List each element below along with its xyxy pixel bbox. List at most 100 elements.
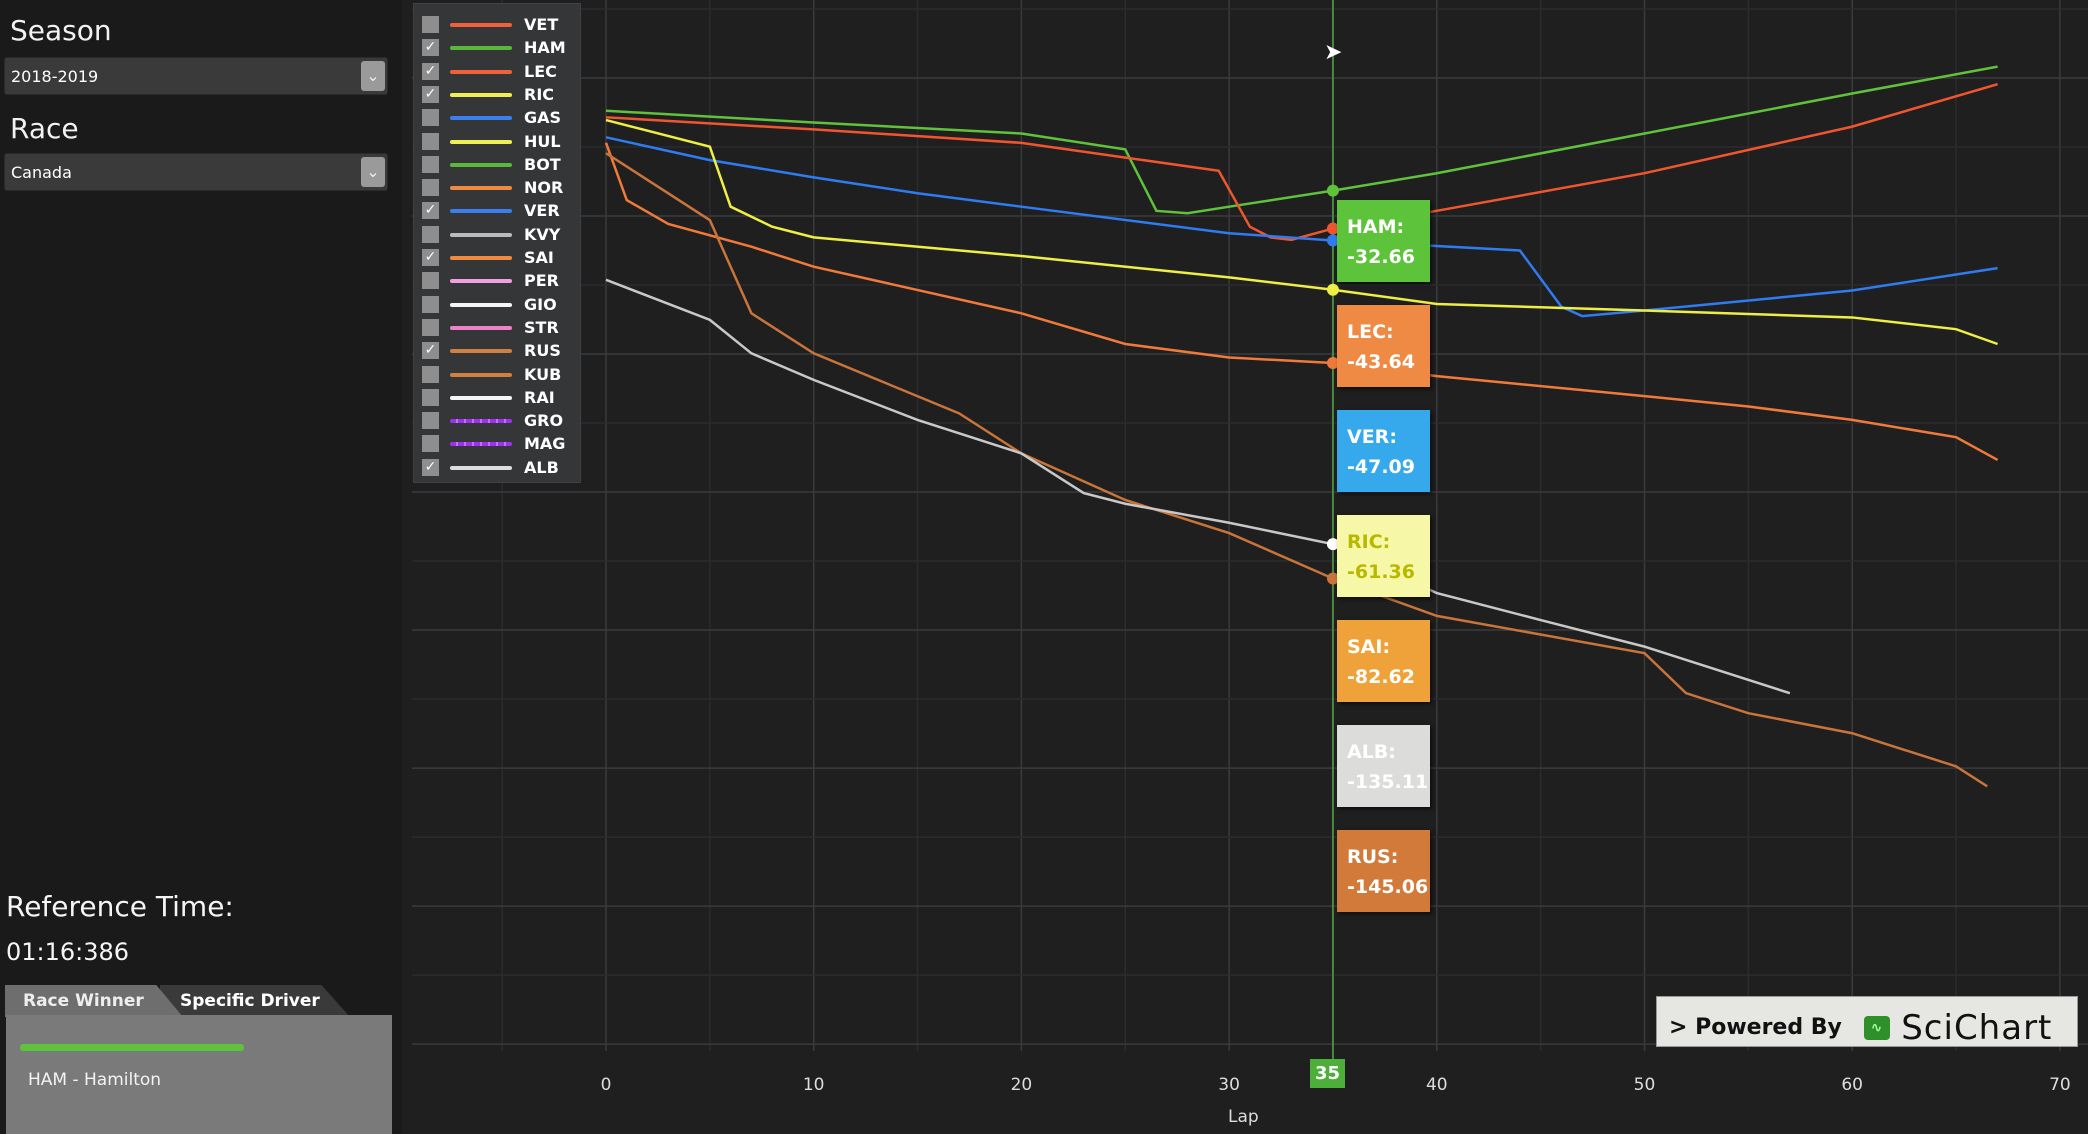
legend-swatch — [450, 46, 512, 51]
legend-item-str[interactable]: STR — [422, 317, 572, 339]
legend-label: HUL — [524, 131, 561, 151]
tooltip-label: LEC: — [1347, 321, 1394, 343]
race-value: Canada — [11, 163, 72, 182]
legend-label: MAG — [524, 434, 566, 454]
legend-item-gas[interactable]: GAS — [422, 107, 572, 129]
x-tick-label: 0 — [600, 1075, 612, 1095]
legend-item-bot[interactable]: BOT — [422, 154, 572, 176]
tooltip-label: RIC: — [1347, 531, 1391, 553]
x-tick-label: 70 — [2049, 1075, 2071, 1095]
legend-checkbox[interactable] — [422, 365, 439, 383]
legend-item-lec[interactable]: ✓ LEC — [422, 61, 572, 83]
legend-item-kvy[interactable]: KVY — [422, 224, 572, 246]
tooltip-value: -145.06 — [1347, 876, 1429, 898]
sidebar: Season 2018-2019 ⌄ Race Canada ⌄ Referen… — [0, 0, 402, 1134]
legend-item-ham[interactable]: ✓ HAM — [422, 37, 572, 59]
x-tick-label: 50 — [1633, 1075, 1656, 1095]
legend-checkbox[interactable]: ✓ — [422, 458, 439, 476]
race-dropdown[interactable]: Canada ⌄ — [4, 153, 388, 191]
legend-item-per[interactable]: PER — [422, 270, 572, 292]
legend-swatch — [450, 23, 512, 27]
legend-item-kub[interactable]: KUB — [422, 364, 572, 386]
race-label: Race — [10, 112, 79, 145]
tooltip-ham: HAM: -32.66 — [1337, 200, 1430, 282]
legend-label: NOR — [524, 178, 564, 198]
legend-label: GAS — [524, 108, 562, 128]
legend-swatch — [450, 465, 512, 470]
legend-label: GIO — [524, 294, 557, 314]
legend-swatch — [450, 395, 512, 400]
driver-legend: VET ✓ HAM ✓ LEC ✓ RIC GAS HUL BOT NOR ✓ VER KVY ✓ SAI PE… — [413, 3, 581, 483]
legend-swatch — [450, 442, 512, 447]
plot-background — [400, 0, 2088, 1134]
legend-item-ric[interactable]: ✓ RIC — [422, 84, 572, 106]
legend-item-hul[interactable]: HUL — [422, 131, 572, 153]
chevron-down-icon[interactable]: ⌄ — [361, 157, 385, 187]
tooltip-label: RUS: — [1347, 846, 1399, 868]
legend-checkbox[interactable] — [422, 109, 439, 127]
legend-checkbox[interactable] — [422, 225, 439, 243]
legend-checkbox[interactable]: ✓ — [422, 202, 439, 220]
legend-swatch — [450, 419, 512, 424]
legend-checkbox[interactable] — [422, 155, 439, 173]
x-tick-label: 10 — [802, 1075, 825, 1095]
legend-checkbox[interactable] — [422, 16, 439, 33]
legend-checkbox[interactable] — [422, 388, 439, 406]
legend-item-gio[interactable]: GIO — [422, 294, 572, 316]
tooltip-label: VER: — [1347, 426, 1397, 448]
tooltip-value: -82.62 — [1347, 666, 1415, 688]
legend-swatch — [450, 256, 512, 260]
x-tick-label: 60 — [1841, 1075, 1864, 1095]
chevron-down-icon[interactable]: ⌄ — [361, 61, 385, 91]
tooltip-alb: ALB: -135.11 — [1337, 725, 1430, 807]
legend-label: HAM — [524, 38, 566, 58]
legend-item-alb[interactable]: ✓ ALB — [422, 457, 572, 479]
legend-checkbox[interactable]: ✓ — [422, 85, 439, 103]
winner-color-bar — [20, 1044, 244, 1051]
legend-checkbox[interactable]: ✓ — [422, 39, 439, 57]
legend-checkbox[interactable] — [422, 412, 439, 430]
legend-item-nor[interactable]: NOR — [422, 177, 572, 199]
legend-checkbox[interactable] — [422, 272, 439, 290]
legend-checkbox[interactable]: ✓ — [422, 62, 439, 80]
legend-checkbox[interactable] — [422, 179, 439, 197]
legend-item-gro[interactable]: GRO — [422, 410, 572, 432]
tooltip-lec: LEC: -43.64 — [1337, 305, 1430, 387]
legend-item-mag[interactable]: MAG — [422, 433, 572, 455]
cursor-point-ric — [1326, 283, 1339, 296]
legend-swatch — [450, 349, 512, 354]
legend-label: GRO — [524, 411, 564, 431]
legend-swatch — [450, 279, 512, 284]
cursor-lap-label: 35 — [1310, 1059, 1345, 1088]
legend-checkbox[interactable] — [422, 295, 439, 313]
legend-label: BOT — [524, 154, 561, 174]
legend-swatch — [450, 139, 512, 144]
scichart-watermark[interactable]: > Powered By ∿ SciChart — [1656, 996, 2078, 1048]
legend-label: LEC — [524, 61, 557, 81]
legend-checkbox[interactable]: ✓ — [422, 342, 439, 360]
scichart-logo-icon: ∿ — [1863, 1016, 1890, 1040]
legend-item-vet[interactable]: VET — [422, 14, 572, 36]
legend-item-rai[interactable]: RAI — [422, 387, 572, 409]
tooltip-ric: RIC: -61.36 — [1337, 515, 1430, 597]
reference-time-label: Reference Time: — [6, 890, 234, 923]
legend-swatch — [450, 92, 512, 97]
tooltip-value: -61.36 — [1347, 561, 1415, 583]
legend-checkbox[interactable] — [422, 435, 439, 453]
legend-checkbox[interactable] — [422, 132, 439, 150]
legend-swatch — [450, 209, 512, 214]
tab-race-winner[interactable]: Race Winner — [5, 985, 183, 1017]
tooltip-ver: VER: -47.09 — [1337, 410, 1430, 492]
tooltip-label: ALB: — [1347, 741, 1396, 763]
legend-item-ver[interactable]: ✓ VER — [422, 200, 572, 222]
x-axis-label: Lap — [1228, 1107, 1259, 1127]
legend-item-rus[interactable]: ✓ RUS — [422, 340, 572, 362]
legend-item-sai[interactable]: ✓ SAI — [422, 247, 572, 269]
legend-checkbox[interactable] — [422, 318, 439, 336]
tab-specific-driver[interactable]: Specific Driver — [160, 985, 350, 1017]
tooltip-value: -135.11 — [1347, 771, 1429, 793]
legend-checkbox[interactable]: ✓ — [422, 249, 439, 266]
tooltip-rus: RUS: -145.06 — [1337, 830, 1430, 912]
season-dropdown[interactable]: 2018-2019 ⌄ — [4, 57, 388, 95]
tooltip-label: HAM: — [1347, 216, 1405, 238]
